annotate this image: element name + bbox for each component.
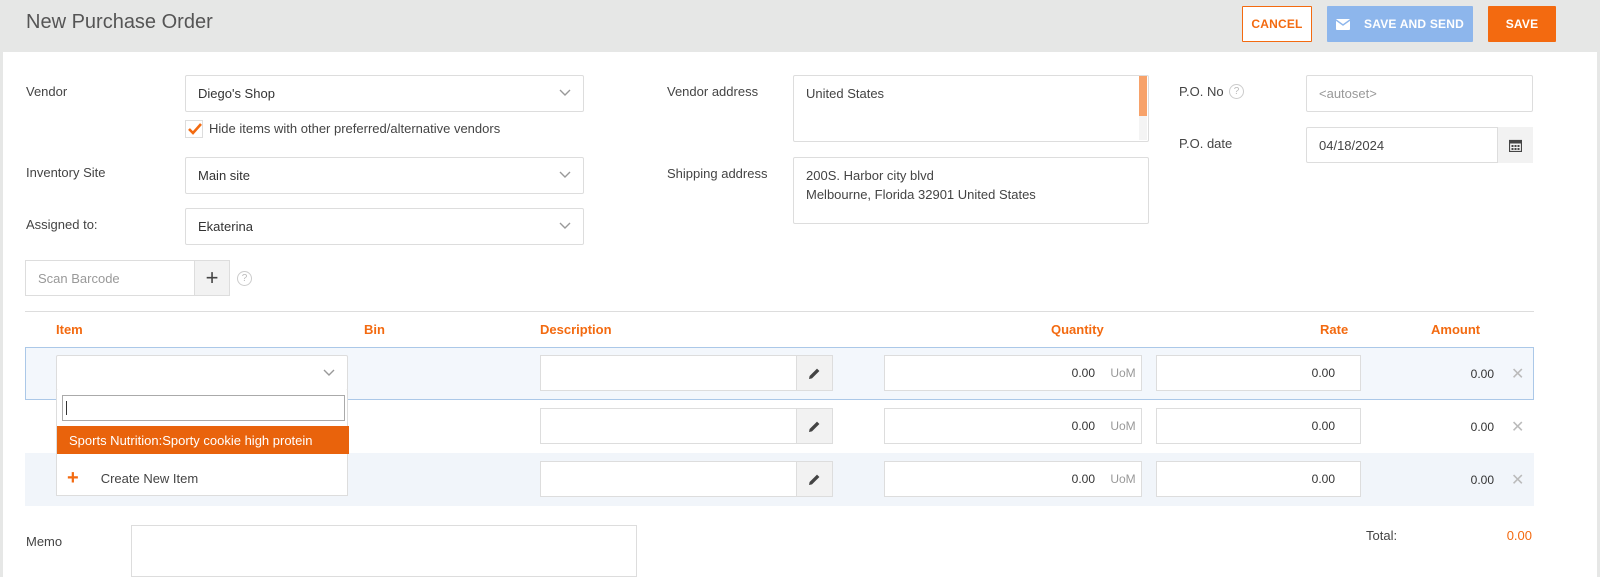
column-header-description: Description	[540, 322, 612, 337]
vendor-label: Vendor	[26, 84, 68, 99]
item-search-input[interactable]	[62, 395, 345, 421]
edit-description-button[interactable]	[796, 408, 833, 444]
page-title: New Purchase Order	[26, 11, 213, 33]
remove-row-icon[interactable]: ✕	[1511, 417, 1524, 437]
quantity-input[interactable]: 0.00	[884, 355, 1106, 391]
po-date-label: P.O. date	[1179, 136, 1233, 151]
uom-select[interactable]: UoM	[1105, 355, 1142, 391]
help-icon[interactable]: ?	[1229, 84, 1244, 99]
assigned-to-label: Assigned to:	[26, 217, 98, 232]
po-no-input[interactable]: <autoset>	[1306, 75, 1533, 112]
rate-input[interactable]: 0.00	[1156, 408, 1361, 444]
rate-input[interactable]: 0.00	[1156, 461, 1361, 497]
description-input[interactable]	[540, 461, 797, 497]
chevron-down-icon	[559, 171, 571, 178]
uom-select[interactable]: UoM	[1105, 461, 1142, 497]
assigned-to-select[interactable]: Ekaterina	[185, 208, 584, 245]
column-header-bin: Bin	[364, 322, 385, 337]
vendor-address-scroll-thumb[interactable]	[1139, 76, 1147, 116]
edit-description-button[interactable]	[796, 461, 833, 497]
calendar-button[interactable]	[1497, 127, 1533, 163]
page-header: New Purchase Order CANCEL SAVE AND SEND …	[0, 0, 1600, 52]
shipping-address-line2: Melbourne, Florida 32901 United States	[806, 187, 1036, 202]
vendor-address-label: Vendor address	[667, 84, 759, 99]
scan-barcode-placeholder: Scan Barcode	[38, 270, 120, 286]
amount-value: 0.00	[1470, 473, 1494, 487]
quantity-input[interactable]: 0.00	[884, 408, 1106, 444]
po-no-label: P.O. No	[1179, 84, 1224, 99]
create-new-item-button[interactable]: + Create New Item	[57, 462, 349, 494]
column-header-rate: Rate	[1320, 322, 1349, 337]
save-button[interactable]: SAVE	[1488, 6, 1556, 42]
amount-value: 0.00	[1470, 420, 1494, 434]
item-option[interactable]: Sports Nutrition:Sporty cookie high prot…	[57, 426, 349, 454]
quantity-input[interactable]: 0.00	[884, 461, 1106, 497]
amount-value: 0.00	[1470, 367, 1494, 381]
memo-label: Memo	[26, 534, 63, 549]
shipping-address-label: Shipping address	[667, 166, 768, 181]
shipping-address-line1: 200S. Harbor city blvd	[806, 168, 934, 183]
scan-barcode-input[interactable]: Scan Barcode	[25, 260, 195, 296]
chevron-down-icon	[559, 222, 571, 229]
hide-items-checkbox[interactable]	[185, 120, 203, 138]
po-date-value: 04/18/2024	[1319, 138, 1385, 153]
column-header-item: Item	[56, 322, 83, 337]
total-value: 0.00	[1506, 528, 1532, 543]
vendor-value: Diego's Shop	[198, 86, 275, 101]
cancel-button[interactable]: CANCEL	[1242, 6, 1312, 42]
vendor-select[interactable]: Diego's Shop	[185, 75, 584, 112]
inventory-site-value: Main site	[198, 168, 251, 183]
save-and-send-button[interactable]: SAVE AND SEND	[1327, 6, 1473, 42]
pencil-icon	[809, 474, 820, 485]
assigned-to-value: Ekaterina	[198, 219, 253, 234]
uom-select[interactable]: UoM	[1105, 408, 1142, 444]
pencil-icon	[809, 421, 820, 432]
shipping-address-textarea[interactable]: 200S. Harbor city blvd Melbourne, Florid…	[793, 157, 1149, 224]
text-caret	[66, 401, 67, 415]
column-header-quantity: Quantity	[1051, 322, 1104, 337]
hide-items-label: Hide items with other preferred/alternat…	[209, 121, 501, 136]
po-no-placeholder: <autoset>	[1319, 86, 1377, 101]
envelope-icon	[1336, 18, 1351, 30]
plus-icon: +	[205, 265, 219, 290]
chevron-down-icon	[323, 369, 335, 376]
scan-add-button[interactable]: +	[194, 260, 230, 296]
rate-input[interactable]: 0.00	[1156, 355, 1361, 391]
item-select[interactable]	[56, 355, 348, 391]
save-and-send-label: SAVE AND SEND	[1364, 17, 1464, 31]
calendar-icon	[1509, 139, 1522, 152]
memo-textarea[interactable]	[131, 525, 637, 577]
description-input[interactable]	[540, 355, 797, 391]
vendor-address-textarea[interactable]: United States	[793, 75, 1149, 142]
inventory-site-label: Inventory Site	[26, 165, 106, 180]
chevron-down-icon	[559, 89, 571, 96]
total-label: Total:	[1366, 528, 1398, 543]
remove-row-icon[interactable]: ✕	[1511, 470, 1524, 490]
column-header-amount: Amount	[1431, 322, 1481, 337]
plus-icon: +	[67, 466, 79, 489]
help-icon[interactable]: ?	[237, 271, 252, 286]
create-new-item-label: Create New Item	[100, 470, 199, 486]
pencil-icon	[809, 368, 820, 379]
remove-row-icon[interactable]: ✕	[1511, 364, 1524, 384]
checkmark-icon	[188, 123, 202, 135]
table-divider	[25, 311, 1534, 312]
vendor-address-value: United States	[806, 86, 885, 101]
item-dropdown: Sports Nutrition:Sporty cookie high prot…	[56, 390, 349, 496]
inventory-site-select[interactable]: Main site	[185, 157, 584, 194]
edit-description-button[interactable]	[796, 355, 833, 391]
description-input[interactable]	[540, 408, 797, 444]
